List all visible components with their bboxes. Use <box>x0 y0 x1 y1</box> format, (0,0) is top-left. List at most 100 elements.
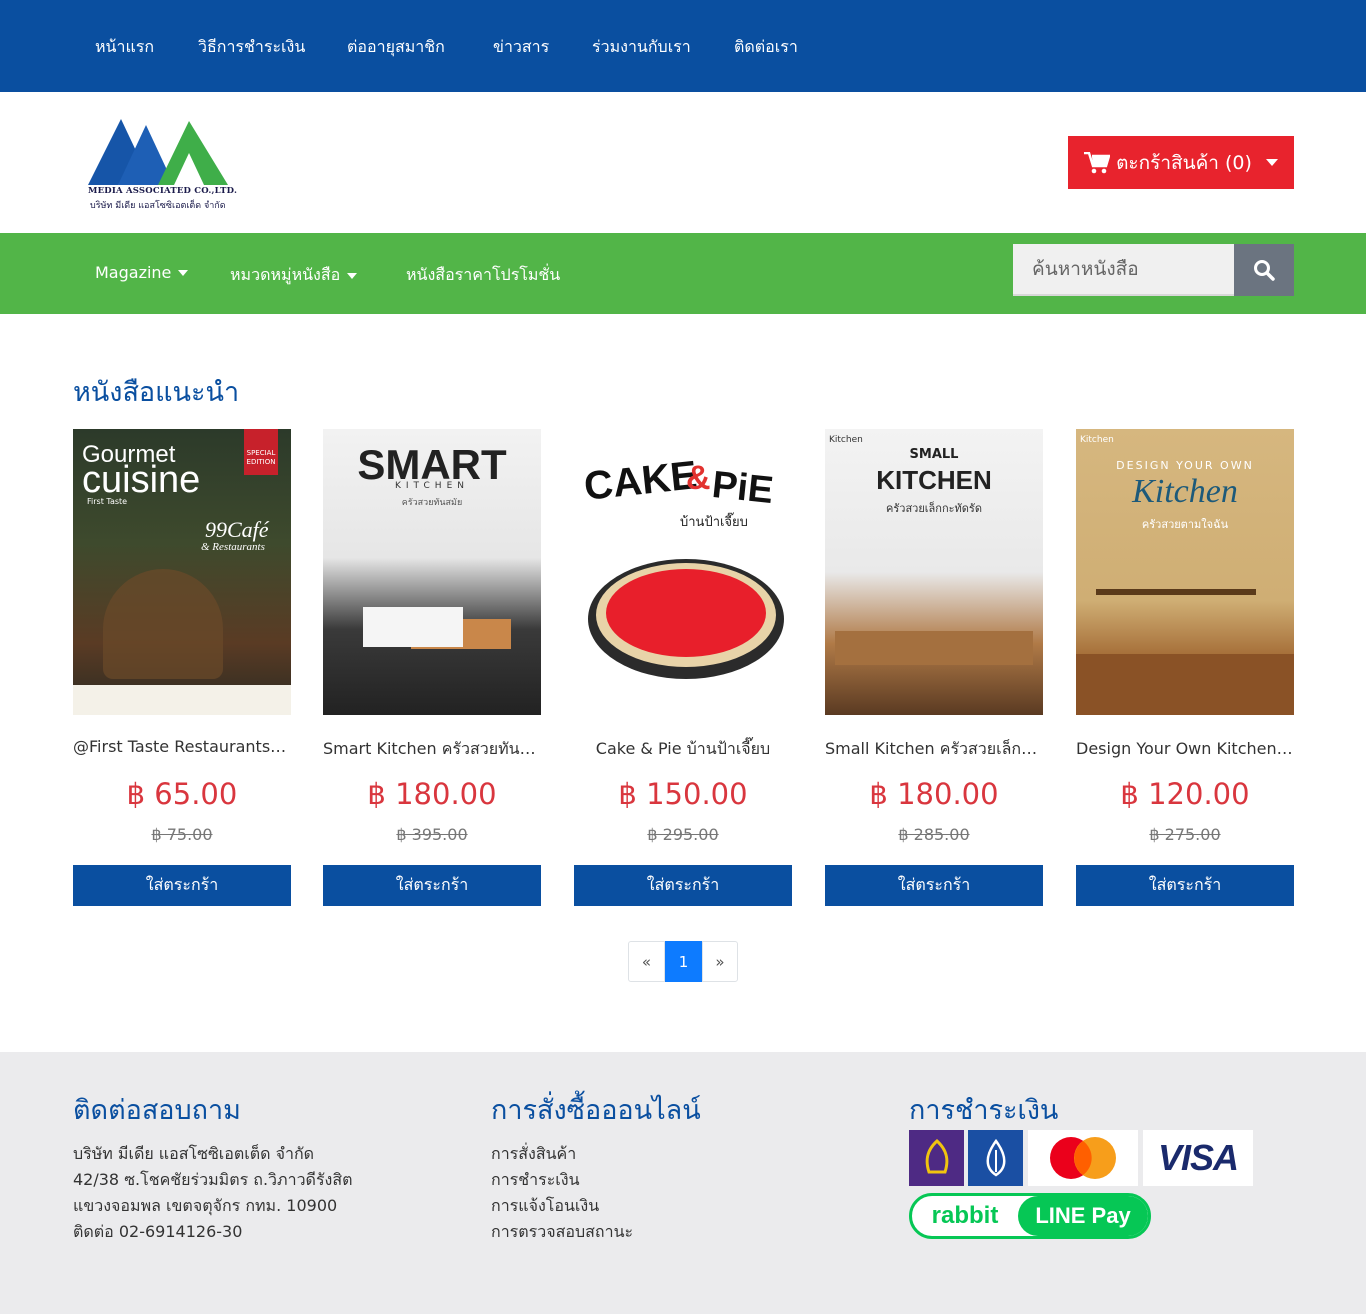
nav-magazine-label: Magazine <box>95 263 172 282</box>
footer-contact-line: บริษัท มีเดีย แอสโซซิเอตเต็ด จำกัด <box>73 1144 315 1163</box>
product-title[interactable]: Smart Kitchen ครัวสวยทันสมัย <box>323 737 541 762</box>
mastercard-icon <box>1028 1130 1138 1186</box>
search-button[interactable] <box>1234 244 1294 296</box>
site-header: MEDIA ASSOCIATED CO.,LTD. บริษัท มีเดีย … <box>0 92 1366 233</box>
product-cover-image[interactable]: SMART KITCHEN ครัวสวยทันสมัย <box>323 429 541 715</box>
cover-text: KITCHEN <box>876 465 992 495</box>
footer-link-how-to-order[interactable]: การสั่งสินค้า <box>491 1142 576 1167</box>
product-card: Kitchen DESIGN YOUR OWN Kitchen ครัวสวยต… <box>1076 429 1294 906</box>
product-card: Gourmet cuisine First Taste SPECIAL EDIT… <box>73 429 291 906</box>
footer-link-payment[interactable]: การชำระเงิน <box>491 1168 580 1193</box>
rabbit-label: rabbit <box>931 1202 999 1229</box>
nav-link-home[interactable]: หน้าแรก <box>95 35 154 60</box>
nav-book-categories-label: หมวดหมู่หนังสือ <box>230 265 341 284</box>
nav-magazine-dropdown[interactable]: Magazine <box>95 263 189 282</box>
cover-text: KITCHEN <box>395 481 469 491</box>
product-title[interactable]: Design Your Own Kitchen ครัวสวยตามใจฉัน <box>1076 737 1294 762</box>
product-price: ฿ 180.00 <box>869 777 999 811</box>
cover-text: บ้านป้าเจี๊ยบ <box>680 515 748 530</box>
footer-contact-line: 42/38 ซ.โชคชัยร่วมมิตร ถ.วิภาวดีรังสิต <box>73 1170 353 1189</box>
line-pay-label: LINE Pay <box>1018 1196 1148 1236</box>
product-price: ฿ 120.00 <box>1120 777 1250 811</box>
cover-text: First Taste <box>87 497 128 506</box>
cover-text: ครัวสวยตามใจฉัน <box>1141 518 1229 531</box>
nav-promotion-books[interactable]: หนังสือราคาโปรโมชั่น <box>406 263 560 288</box>
product-price: ฿ 180.00 <box>367 777 497 811</box>
footer-contact-phone: ติดต่อ 02-6914126-30 <box>73 1222 243 1241</box>
add-to-cart-button[interactable]: ใส่ตระกร้า <box>323 865 541 906</box>
nav-promotion-label: หนังสือราคาโปรโมชั่น <box>406 265 561 284</box>
pagination-prev-button[interactable]: « <box>628 941 665 982</box>
footer-contact-line: แขวงจอมพล เขตจตุจักร กทม. 10900 <box>73 1196 338 1215</box>
product-title[interactable]: @First Taste Restaurants 99 Café <box>73 737 291 756</box>
footer-payment-title: การชำระเงิน <box>909 1095 1059 1126</box>
cover-text: ครัวสวยทันสมัย <box>401 498 463 508</box>
footer-link-order-status[interactable]: การตรวจสอบสถานะ <box>491 1220 633 1245</box>
rabbit-line-pay-icon: rabbit LINE Pay <box>909 1193 1151 1239</box>
bbl-bank-icon <box>968 1130 1023 1186</box>
nav-link-renew-membership[interactable]: ต่ออายุสมาชิก <box>347 35 445 60</box>
cover-text: Kitchen <box>829 435 863 445</box>
footer-link-transfer-notice[interactable]: การแจ้งโอนเงิน <box>491 1194 599 1219</box>
product-old-price: ฿ 75.00 <box>151 825 213 844</box>
cart-label: ตะกร้าสินค้า (0) <box>1116 151 1252 174</box>
footer-contact-title: ติดต่อสอบถาม <box>73 1095 241 1126</box>
category-nav-bar: Magazine หมวดหมู่หนังสือ หนังสือราคาโปรโ… <box>0 233 1366 314</box>
section-title-recommended: หนังสือแนะนำ <box>73 377 240 408</box>
logo-mark-icon <box>88 119 228 185</box>
product-cover-image[interactable]: CAKE & PiE บ้านป้าเจี๊ยบ <box>574 429 792 715</box>
product-card: SMART KITCHEN ครัวสวยทันสมัย Smart Kitch… <box>323 429 541 906</box>
product-old-price: ฿ 275.00 <box>1149 825 1221 844</box>
logo-company-name-thai: บริษัท มีเดีย แอสโซซิเอตเต็ด จำกัด <box>90 201 226 211</box>
logo-company-name: MEDIA ASSOCIATED CO.,LTD. <box>88 186 238 196</box>
pagination-next-button[interactable]: » <box>702 941 738 982</box>
scb-bank-icon <box>909 1130 964 1186</box>
chevron-down-icon <box>347 272 358 279</box>
top-nav-bar: หน้าแรก วิธีการชำระเงิน ต่ออายุสมาชิก ข่… <box>0 0 1366 92</box>
product-cover-image[interactable]: Gourmet cuisine First Taste SPECIAL EDIT… <box>73 429 291 715</box>
product-cover-image[interactable]: Kitchen SMALL KITCHEN ครัวสวยเล็กกะทัดรั… <box>825 429 1043 715</box>
product-old-price: ฿ 285.00 <box>898 825 970 844</box>
cover-text: DESIGN YOUR OWN <box>1116 459 1254 472</box>
cover-text: SMALL <box>909 447 959 462</box>
product-card: CAKE & PiE บ้านป้าเจี๊ยบ Cake & Pie บ้าน… <box>574 429 792 906</box>
add-to-cart-button[interactable]: ใส่ตระกร้า <box>574 865 792 906</box>
cover-text: PiE <box>710 463 776 513</box>
add-to-cart-button[interactable]: ใส่ตระกร้า <box>1076 865 1294 906</box>
visa-label: VISA <box>1157 1137 1239 1178</box>
cover-text: 99Café <box>205 517 269 542</box>
pagination-page-1[interactable]: 1 <box>665 941 702 982</box>
cover-text: CAKE <box>581 453 700 509</box>
cover-text: Kitchen <box>1080 435 1114 445</box>
nav-link-payment-methods[interactable]: วิธีการชำระเงิน <box>198 35 305 60</box>
cover-text: & Restaurants <box>201 541 265 553</box>
product-old-price: ฿ 395.00 <box>396 825 468 844</box>
search-icon <box>1254 260 1275 281</box>
nav-book-categories-dropdown[interactable]: หมวดหมู่หนังสือ <box>230 263 358 288</box>
nav-link-news[interactable]: ข่าวสาร <box>493 35 549 60</box>
nav-link-contact[interactable]: ติดต่อเรา <box>734 35 798 60</box>
visa-icon: VISA <box>1143 1130 1253 1186</box>
product-price: ฿ 150.00 <box>618 777 748 811</box>
site-footer: ติดต่อสอบถาม บริษัท มีเดีย แอสโซซิเอตเต็… <box>0 1052 1366 1314</box>
nav-link-careers[interactable]: ร่วมงานกับเรา <box>592 35 691 60</box>
cart-button[interactable]: ตะกร้าสินค้า (0) <box>1068 136 1294 189</box>
search-input[interactable] <box>1013 244 1234 296</box>
cover-text: & <box>686 459 711 497</box>
cover-text: cuisine <box>82 459 201 501</box>
cart-icon <box>1084 151 1111 173</box>
pagination: « 1 » <box>628 941 738 982</box>
footer-order-title: การสั่งซื้อออนไลน์ <box>491 1095 701 1126</box>
cover-text: ครัวสวยเล็กกะทัดรัด <box>886 502 982 515</box>
product-title[interactable]: Cake & Pie บ้านป้าเจี๊ยบ <box>574 737 792 762</box>
chevron-down-icon <box>1265 159 1278 166</box>
product-cover-image[interactable]: Kitchen DESIGN YOUR OWN Kitchen ครัวสวยต… <box>1076 429 1294 715</box>
product-price: ฿ 65.00 <box>126 777 238 811</box>
add-to-cart-button[interactable]: ใส่ตระกร้า <box>825 865 1043 906</box>
chevron-down-icon <box>178 269 189 276</box>
add-to-cart-button[interactable]: ใส่ตระกร้า <box>73 865 291 906</box>
company-logo[interactable]: MEDIA ASSOCIATED CO.,LTD. บริษัท มีเดีย … <box>88 119 237 211</box>
product-title[interactable]: Small Kitchen ครัวสวยเล็กกะทัดรัด <box>825 737 1043 762</box>
cover-badge: SPECIAL EDITION <box>244 429 278 475</box>
cover-text: Kitchen <box>1132 473 1238 510</box>
